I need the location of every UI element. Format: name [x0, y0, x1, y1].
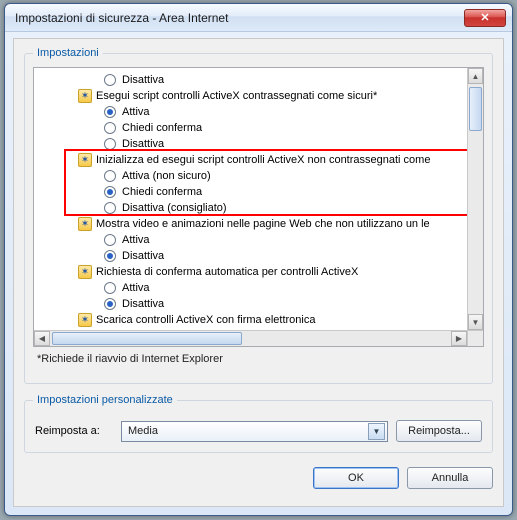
reset-level-value: Media: [128, 425, 368, 437]
reset-label: Reimposta a:: [35, 425, 113, 437]
scroll-left-button[interactable]: ◀: [34, 331, 50, 346]
radio-icon[interactable]: [104, 122, 116, 134]
dialog-buttons: OK Annulla: [24, 467, 493, 489]
option-label: Disattiva: [122, 136, 164, 152]
tree-option[interactable]: Attiva: [34, 104, 467, 120]
option-label: Attiva: [122, 104, 150, 120]
client-area: Impostazioni Disattiva ✶ Esegui script con…: [13, 38, 504, 507]
reset-row: Reimposta a: Media ▼ Reimposta...: [33, 414, 484, 444]
radio-icon[interactable]: [104, 202, 116, 214]
tree-option[interactable]: Disattiva: [34, 296, 467, 312]
settings-tree[interactable]: Disattiva ✶ Esegui script controlli Active…: [34, 68, 467, 330]
section-label: Richiesta di conferma automatica per con…: [96, 264, 358, 280]
section-label: Esegui script controlli ActiveX contrass…: [96, 88, 377, 104]
tree-option[interactable]: Disattiva: [34, 248, 467, 264]
tree-section: ✶ Esegui script controlli ActiveX contras…: [34, 88, 467, 104]
option-label: Disattiva: [122, 72, 164, 88]
radio-icon[interactable]: [104, 138, 116, 150]
section-label: Scarica controlli ActiveX con firma elet…: [96, 312, 315, 328]
chevron-down-icon: ▼: [368, 423, 385, 440]
option-label: Attiva: [122, 232, 150, 248]
dialog-window: Impostazioni di sicurezza - Area Interne…: [4, 3, 513, 516]
vscroll-thumb[interactable]: [469, 87, 482, 131]
tree-option[interactable]: Attiva: [34, 232, 467, 248]
radio-icon[interactable]: [104, 170, 116, 182]
option-label: Attiva (non sicuro): [122, 168, 211, 184]
tree-option[interactable]: Chiedi conferma: [34, 120, 467, 136]
activex-section-icon: ✶: [78, 217, 92, 231]
window-title: Impostazioni di sicurezza - Area Interne…: [15, 11, 464, 25]
radio-icon[interactable]: [104, 298, 116, 310]
tree-option[interactable]: Disattiva: [34, 136, 467, 152]
tree-option[interactable]: Disattiva: [34, 72, 467, 88]
activex-section-icon: ✶: [78, 153, 92, 167]
scroll-down-button[interactable]: ▼: [468, 314, 483, 330]
option-label: Chiedi conferma: [122, 120, 202, 136]
scroll-up-button[interactable]: ▲: [468, 68, 483, 84]
tree-section: ✶ Scarica controlli ActiveX con firma ele…: [34, 312, 467, 328]
radio-icon[interactable]: [104, 234, 116, 246]
option-label: Attiva: [122, 280, 150, 296]
titlebar[interactable]: Impostazioni di sicurezza - Area Interne…: [5, 4, 512, 32]
custom-settings-groupbox: Impostazioni personalizzate Reimposta a:…: [24, 394, 493, 453]
option-label: Disattiva: [122, 296, 164, 312]
radio-icon[interactable]: [104, 74, 116, 86]
close-icon: ✕: [480, 11, 489, 24]
activex-section-icon: ✶: [78, 265, 92, 279]
reset-level-combo[interactable]: Media ▼: [121, 421, 388, 442]
vertical-scrollbar[interactable]: ▲ ▼: [467, 68, 483, 330]
tree-option[interactable]: Attiva (non sicuro): [34, 168, 467, 184]
activex-section-icon: ✶: [78, 89, 92, 103]
ok-button[interactable]: OK: [313, 467, 399, 489]
radio-icon[interactable]: [104, 186, 116, 198]
option-label: Disattiva (consigliato): [122, 200, 227, 216]
horizontal-scrollbar[interactable]: ◀ ▶: [34, 330, 467, 346]
option-label: Disattiva: [122, 248, 164, 264]
radio-icon[interactable]: [104, 250, 116, 262]
hscroll-thumb[interactable]: [52, 332, 242, 345]
custom-settings-legend: Impostazioni personalizzate: [33, 394, 177, 406]
tree-section: ✶ Mostra video e animazioni nelle pagine …: [34, 216, 467, 232]
reset-button[interactable]: Reimposta...: [396, 420, 482, 442]
radio-icon[interactable]: [104, 106, 116, 118]
section-label: Inizializza ed esegui script controlli A…: [96, 152, 430, 168]
scroll-corner: [467, 330, 483, 346]
close-button[interactable]: ✕: [464, 9, 506, 27]
tree-option[interactable]: Chiedi conferma: [34, 184, 467, 200]
tree-section: ✶ Richiesta di conferma automatica per co…: [34, 264, 467, 280]
settings-tree-container: Disattiva ✶ Esegui script controlli Active…: [33, 67, 484, 347]
vscroll-track[interactable]: [468, 84, 483, 314]
settings-legend: Impostazioni: [33, 47, 103, 59]
option-label: Chiedi conferma: [122, 184, 202, 200]
tree-option[interactable]: Disattiva (consigliato): [34, 200, 467, 216]
cancel-button[interactable]: Annulla: [407, 467, 493, 489]
tree-option[interactable]: Attiva: [34, 280, 467, 296]
hscroll-track[interactable]: [50, 331, 451, 346]
settings-groupbox: Impostazioni Disattiva ✶ Esegui script con…: [24, 47, 493, 384]
activex-section-icon: ✶: [78, 313, 92, 327]
section-label: Mostra video e animazioni nelle pagine W…: [96, 216, 430, 232]
restart-note: *Richiede il riavvio di Internet Explore…: [37, 353, 482, 365]
radio-icon[interactable]: [104, 282, 116, 294]
scroll-right-button[interactable]: ▶: [451, 331, 467, 346]
tree-section: ✶ Inizializza ed esegui script controlli …: [34, 152, 467, 168]
